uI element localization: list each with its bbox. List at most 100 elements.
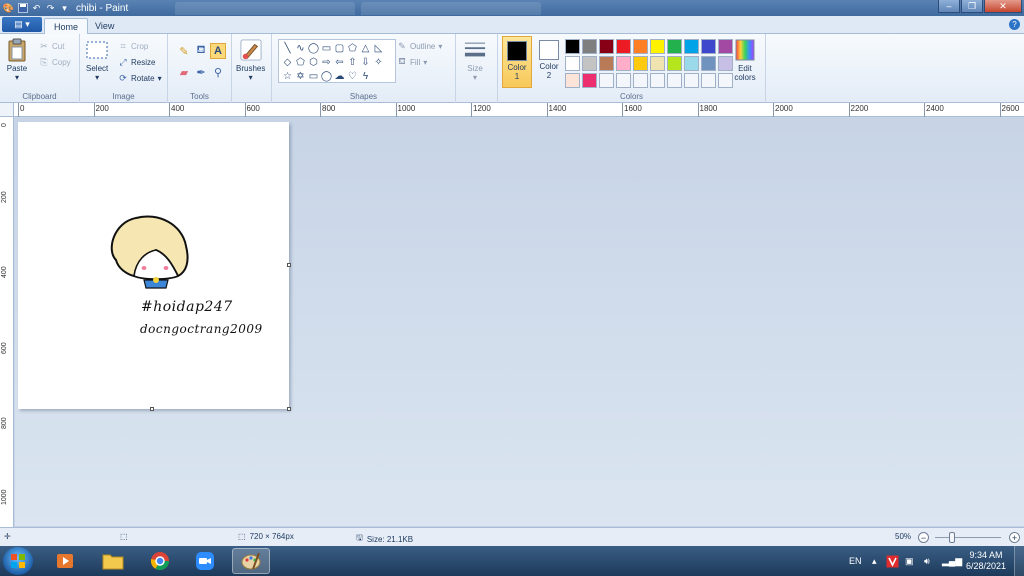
resize-button[interactable]: ⤢ Resize [118, 56, 155, 68]
close-button[interactable]: ✕ [984, 0, 1022, 13]
triangle-shape-icon[interactable]: △ [359, 41, 372, 55]
palette-swatch[interactable] [684, 56, 699, 71]
zoom-in-button[interactable]: + [1009, 532, 1020, 543]
palette-swatch[interactable] [565, 39, 580, 54]
show-desktop-button[interactable] [1014, 546, 1024, 576]
fill-button[interactable]: ⛾ Fill ▾ [397, 56, 427, 68]
color1-selector[interactable]: Color 1 [502, 36, 532, 88]
arrow-up-shape-icon[interactable]: ⇧ [346, 55, 359, 69]
four-point-star-shape-icon[interactable]: ✧ [372, 55, 385, 69]
zoom-slider-track[interactable] [935, 537, 1001, 538]
palette-swatch[interactable] [582, 39, 597, 54]
brushes-dropdown-icon[interactable]: ▾ [249, 73, 253, 82]
tray-antivirus[interactable] [886, 546, 899, 576]
palette-swatch[interactable] [633, 56, 648, 71]
palette-swatch[interactable] [616, 73, 631, 88]
palette-swatch[interactable] [565, 73, 580, 88]
magnifier-icon[interactable]: ⚲ [210, 64, 226, 80]
callout-cloud-shape-icon[interactable]: ☁ [333, 69, 346, 83]
palette-swatch[interactable] [650, 73, 665, 88]
language-indicator[interactable]: EN [849, 546, 862, 576]
line-shape-icon[interactable]: ╲ [281, 41, 294, 55]
palette-swatch[interactable] [633, 73, 648, 88]
color2-selector[interactable]: Color 2 [534, 36, 564, 88]
file-menu-button[interactable]: ▤ ▾ [2, 17, 42, 32]
palette-swatch[interactable] [701, 73, 716, 88]
palette-swatch[interactable] [718, 73, 733, 88]
paste-button[interactable]: Paste ▾ [6, 38, 28, 82]
palette-swatch[interactable] [616, 56, 631, 71]
customize-qat-icon[interactable]: ▾ [59, 3, 70, 14]
show-hidden-icons-button[interactable]: ▴ [872, 546, 877, 576]
palette-swatch[interactable] [718, 39, 733, 54]
taskbar-clock[interactable]: 9:34 AM 6/28/2021 [966, 550, 1006, 572]
palette-swatch[interactable] [667, 39, 682, 54]
eraser-icon[interactable]: ▰ [176, 64, 192, 80]
palette-swatch[interactable] [684, 73, 699, 88]
save-icon[interactable] [17, 3, 28, 14]
maximize-button[interactable]: ❐ [961, 0, 983, 13]
callout-rect-shape-icon[interactable]: ▭ [307, 69, 320, 83]
pencil-icon[interactable]: ✎ [176, 43, 192, 59]
diamond-shape-icon[interactable]: ◇ [281, 55, 294, 69]
fill-bucket-icon[interactable]: ⛾ [193, 43, 209, 59]
taskbar-media-player[interactable] [46, 548, 84, 574]
arrow-right-shape-icon[interactable]: ⇨ [320, 55, 333, 69]
palette-swatch[interactable] [599, 73, 614, 88]
tray-device[interactable]: ▣ [905, 546, 914, 576]
canvas-resize-handle-corner[interactable] [287, 407, 291, 411]
canvas-resize-handle-right[interactable] [287, 263, 291, 267]
start-button[interactable] [3, 547, 33, 575]
tab-home[interactable]: Home [44, 18, 89, 35]
copy-button[interactable]: ⎘ Copy [39, 56, 70, 68]
paste-dropdown-icon[interactable]: ▾ [15, 73, 19, 82]
rounded-rectangle-shape-icon[interactable]: ▢ [333, 41, 346, 55]
brushes-button[interactable]: Brushes ▾ [236, 38, 265, 82]
palette-swatch[interactable] [667, 73, 682, 88]
arrow-left-shape-icon[interactable]: ⇦ [333, 55, 346, 69]
taskbar-file-explorer[interactable] [94, 548, 132, 574]
minimize-button[interactable]: – [938, 0, 960, 13]
oval-shape-icon[interactable]: ◯ [307, 41, 320, 55]
taskbar-chrome[interactable] [141, 548, 179, 574]
taskbar-zoom[interactable] [186, 548, 224, 574]
zoom-out-button[interactable]: − [918, 532, 929, 543]
size-button[interactable]: Size ▾ [464, 38, 486, 82]
select-dropdown-icon[interactable]: ▾ [95, 73, 99, 82]
rotate-dropdown-icon[interactable]: ▾ [158, 74, 162, 83]
canvas-resize-handle-bottom[interactable] [150, 407, 154, 411]
hexagon-shape-icon[interactable]: ⬡ [307, 55, 320, 69]
arrow-down-shape-icon[interactable]: ⇩ [359, 55, 372, 69]
help-icon[interactable]: ? [1009, 19, 1020, 30]
text-tool-icon[interactable]: A [210, 43, 226, 59]
palette-swatch[interactable] [701, 56, 716, 71]
palette-swatch[interactable] [667, 56, 682, 71]
palette-swatch[interactable] [650, 56, 665, 71]
lightning-shape-icon[interactable]: ϟ [359, 69, 372, 83]
pentagon-shape-icon[interactable]: ⬠ [294, 55, 307, 69]
palette-swatch[interactable] [650, 39, 665, 54]
tab-view[interactable]: View [86, 18, 123, 35]
paint-app-icon[interactable]: 🎨 [3, 3, 14, 14]
outline-button[interactable]: ✎ Outline ▾ [397, 40, 442, 52]
palette-swatch[interactable] [633, 39, 648, 54]
curve-shape-icon[interactable]: ∿ [294, 41, 307, 55]
undo-icon[interactable]: ↶ [31, 3, 42, 14]
edit-colors-button[interactable]: Edit colors [734, 38, 756, 82]
tray-network[interactable]: ▂▄▆ [942, 546, 962, 576]
redo-icon[interactable]: ↷ [45, 3, 56, 14]
crop-button[interactable]: ⌗ Crop [118, 40, 148, 52]
palette-swatch[interactable] [718, 56, 733, 71]
six-point-star-shape-icon[interactable]: ✡ [294, 69, 307, 83]
drawing-canvas[interactable]: #hoidap247 docngoctrang2009 [18, 122, 289, 409]
cut-button[interactable]: ✂ Cut [39, 40, 64, 52]
zoom-slider-thumb[interactable] [949, 532, 955, 543]
five-point-star-shape-icon[interactable]: ☆ [281, 69, 294, 83]
polygon-shape-icon[interactable]: ⬠ [346, 41, 359, 55]
right-triangle-shape-icon[interactable]: ◺ [372, 41, 385, 55]
heart-shape-icon[interactable]: ♡ [346, 69, 359, 83]
tray-volume[interactable]: 🔊︎ [924, 546, 930, 576]
palette-swatch[interactable] [565, 56, 580, 71]
palette-swatch[interactable] [684, 39, 699, 54]
palette-swatch[interactable] [599, 39, 614, 54]
